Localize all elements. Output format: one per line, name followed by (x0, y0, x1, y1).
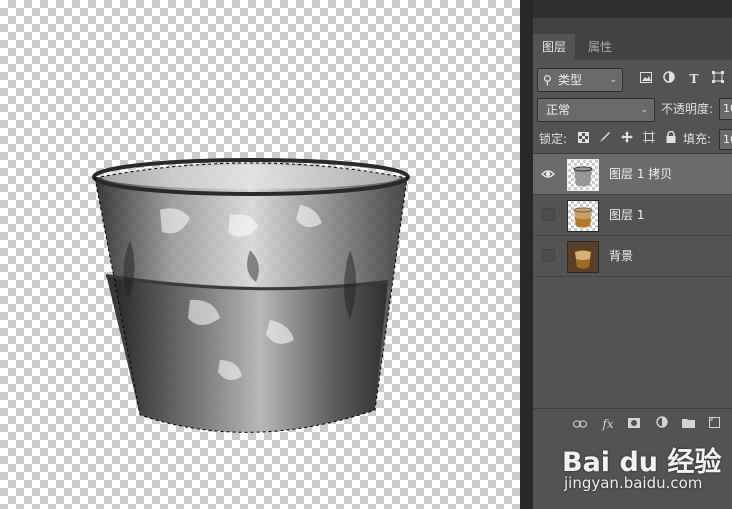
type-filter-icon[interactable]: T (685, 70, 703, 88)
layer-name[interactable]: 图层 1 拷贝 (609, 154, 672, 194)
baidu-jingyan-watermark: Bai du 经验 jingyan.baidu.com (560, 440, 732, 509)
document-canvas[interactable] (0, 0, 520, 509)
layers-panel: 图层 属性 ⚲ 类型 ⌄ T 正常 ⌄ 不透明度: 100% 锁定: (533, 18, 732, 509)
chevron-down-icon: ⌄ (609, 75, 617, 85)
lock-label: 锁定: (539, 132, 568, 146)
fill-label: 填充: (683, 132, 712, 146)
panel-tabs: 图层 属性 (533, 18, 732, 60)
glass-cup-image (92, 158, 410, 433)
visibility-toggle[interactable] (542, 249, 555, 262)
adjustment-filter-icon[interactable] (660, 70, 678, 88)
workspace-gutter (520, 0, 533, 509)
panel-header-strip (533, 0, 732, 18)
layer-name[interactable]: 背景 (609, 236, 633, 276)
layer-row-background[interactable]: 背景 (533, 236, 732, 277)
layer-name[interactable]: 图层 1 (609, 195, 644, 235)
visibility-toggle[interactable] (542, 208, 555, 221)
tab-properties[interactable]: 属性 (579, 34, 621, 60)
blend-row: 正常 ⌄ 不透明度: 100% (533, 98, 732, 122)
new-layer-icon[interactable] (705, 415, 723, 433)
add-mask-icon[interactable] (625, 415, 643, 433)
image-filter-icon[interactable] (637, 70, 655, 88)
lock-image-pixels-icon[interactable] (597, 130, 613, 148)
shape-filter-icon[interactable] (709, 70, 727, 88)
lock-row: 锁定: 填充: 100% (533, 128, 732, 150)
search-icon: ⚲ (543, 73, 552, 87)
layer-thumbnail (567, 241, 599, 273)
opacity-label: 不透明度: (661, 102, 714, 116)
link-icon[interactable] (571, 415, 589, 433)
lock-artboard-icon[interactable] (641, 130, 657, 148)
layers-panel-footer: fx (533, 408, 732, 439)
chevron-down-icon: ⌄ (640, 105, 648, 115)
fill-input[interactable]: 100% (719, 129, 732, 150)
layer-filter-row: ⚲ 类型 ⌄ T (533, 68, 732, 92)
opacity-input[interactable]: 100% (719, 98, 732, 120)
adjustment-layer-icon[interactable] (653, 415, 671, 433)
layer-row-layer1[interactable]: 图层 1 (533, 195, 732, 236)
filter-kind-dropdown[interactable]: ⚲ 类型 ⌄ (537, 68, 623, 92)
blend-mode-dropdown[interactable]: 正常 ⌄ (537, 98, 655, 122)
folder-icon[interactable] (679, 415, 697, 433)
lock-transparent-pixels-icon[interactable] (575, 130, 591, 148)
fx-icon[interactable]: fx (599, 415, 617, 433)
filter-kind-label: 类型 (558, 73, 583, 87)
layer-row-layer1-copy[interactable]: 图层 1 拷贝 (533, 154, 732, 195)
tab-layers[interactable]: 图层 (533, 34, 576, 60)
layer-thumbnail (567, 159, 599, 191)
eye-icon[interactable] (541, 166, 555, 180)
lock-position-icon[interactable] (619, 130, 635, 148)
blend-mode-value: 正常 (546, 103, 571, 117)
lock-all-icon[interactable] (663, 130, 679, 148)
layer-thumbnail (567, 200, 599, 232)
watermark-url: jingyan.baidu.com (564, 474, 703, 492)
